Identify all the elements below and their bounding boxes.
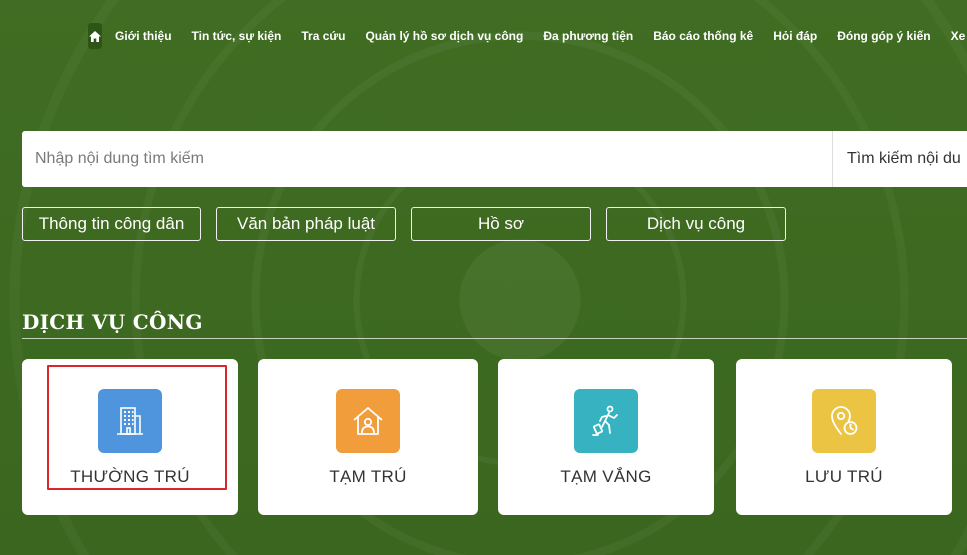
service-tile [812,389,876,453]
nav-item-tin-tuc[interactable]: Tin tức, sự kiện [192,29,282,43]
person-walking-icon [592,405,618,436]
service-card-tam-vang[interactable]: TẠM VẮNG [498,359,714,515]
nav-item-quan-ly-ho-so[interactable]: Quản lý hồ sơ dịch vụ công [365,29,523,43]
location-clock-icon [831,406,858,435]
service-tile [574,389,638,453]
service-card-luu-tru[interactable]: LƯU TRÚ [736,359,952,515]
search-input[interactable] [22,131,832,187]
service-tile [336,389,400,453]
search-filter-group: Thông tin công dân Văn bản pháp luật Hồ … [22,207,786,241]
house-person-icon [353,407,383,435]
home-button[interactable] [88,23,102,49]
nav-item-more[interactable]: Xe [951,29,966,43]
nav-item-dong-gop[interactable]: Đóng góp ý kiến [837,29,930,43]
section-title: DỊCH VỤ CÔNG [22,310,203,334]
nav-item-hoi-dap[interactable]: Hỏi đáp [773,29,817,43]
service-tile [98,389,162,453]
nav-item-da-phuong-tien[interactable]: Đa phương tiện [543,29,633,43]
service-label: THƯỜNG TRÚ [70,467,190,486]
search-bar: Tìm kiếm nội du [22,131,967,187]
service-label: TẠM TRÚ [329,467,407,486]
home-icon [89,30,101,42]
service-card-tam-tru[interactable]: TẠM TRÚ [258,359,478,515]
filter-thong-tin-cong-dan[interactable]: Thông tin công dân [22,207,201,241]
top-navigation: Giới thiệu Tin tức, sự kiện Tra cứu Quản… [88,22,967,50]
filter-dich-vu-cong[interactable]: Dịch vụ công [606,207,786,241]
nav-item-bao-cao[interactable]: Báo cáo thống kê [653,29,753,43]
nav-item-gioi-thieu[interactable]: Giới thiệu [115,29,172,43]
search-button[interactable]: Tìm kiếm nội du [832,131,967,187]
section-divider [22,338,967,339]
service-label: LƯU TRÚ [805,467,883,486]
filter-ho-so[interactable]: Hồ sơ [411,207,591,241]
nav-item-tra-cuu[interactable]: Tra cứu [301,29,345,43]
service-label: TẠM VẮNG [560,467,652,486]
service-card-thuong-tru[interactable]: THƯỜNG TRÚ [22,359,238,515]
building-icon [117,407,143,435]
filter-van-ban-phap-luat[interactable]: Văn bản pháp luật [216,207,396,241]
